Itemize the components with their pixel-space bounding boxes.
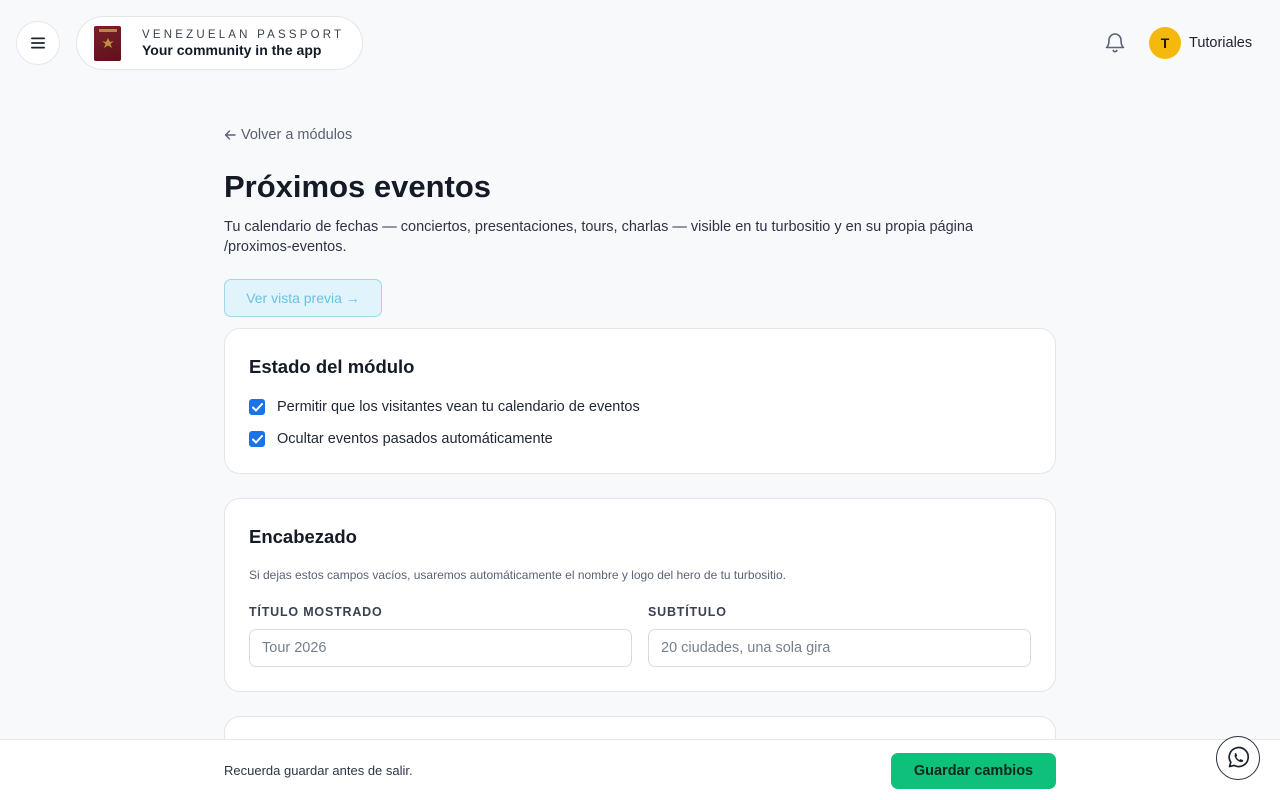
- brand-pill[interactable]: VENEZUELAN PASSPORT Your community in th…: [76, 16, 363, 70]
- title-field-label: TÍTULO MOSTRADO: [249, 605, 383, 619]
- save-button[interactable]: Guardar cambios: [891, 753, 1056, 789]
- subtitle-field-label: SUBTÍTULO: [648, 605, 727, 619]
- save-reminder: Recuerda guardar antes de salir.: [224, 763, 413, 778]
- page-description: Tu calendario de fechas — conciertos, pr…: [224, 219, 974, 255]
- visible-calendar-label: Permitir que los visitantes vean tu cale…: [277, 399, 640, 415]
- save-bar: Recuerda guardar antes de salir. Guardar…: [0, 739, 1280, 800]
- title-input[interactable]: [249, 629, 632, 667]
- check-icon: [251, 434, 263, 443]
- page-title: Próximos eventos: [224, 169, 492, 204]
- menu-icon: [31, 37, 45, 49]
- user-menu[interactable]: T Tutoriales: [1149, 27, 1252, 59]
- brand-kicker: VENEZUELAN PASSPORT: [142, 28, 345, 41]
- heading-card: Encabezado Si dejas estos campos vacíos,…: [224, 498, 1056, 692]
- top-bar: VENEZUELAN PASSPORT Your community in th…: [0, 0, 1280, 86]
- back-to-modules-link[interactable]: Volver a módulos: [224, 127, 352, 143]
- option-hide-past-events: Ocultar eventos pasados automáticamente: [249, 431, 553, 447]
- user-name: Tutoriales: [1189, 35, 1253, 51]
- heading-section-title: Encabezado: [249, 526, 357, 547]
- hide-past-events-label: Ocultar eventos pasados automáticamente: [277, 431, 553, 447]
- module-state-card: Estado del módulo Permitir que los visit…: [224, 328, 1056, 474]
- subtitle-input[interactable]: [648, 629, 1031, 667]
- check-icon: [251, 402, 263, 411]
- module-state-title: Estado del módulo: [249, 356, 415, 377]
- menu-button[interactable]: [16, 21, 60, 65]
- arrow-left-icon: [224, 130, 236, 140]
- hide-past-events-checkbox[interactable]: [249, 431, 265, 447]
- passport-logo: [94, 25, 121, 61]
- heading-hint: Si dejas estos campos vacíos, usaremos a…: [249, 568, 786, 582]
- whatsapp-icon: [1228, 746, 1250, 768]
- option-visible-calendar: Permitir que los visitantes vean tu cale…: [249, 399, 640, 415]
- avatar: T: [1149, 27, 1181, 59]
- preview-button[interactable]: Ver vista previa →: [224, 279, 382, 317]
- main-content: Volver a módulos Próximos eventos Tu cal…: [224, 120, 1056, 317]
- bell-icon: [1105, 33, 1125, 53]
- brand-title: Your community in the app: [142, 41, 322, 58]
- notifications-button[interactable]: [1103, 31, 1127, 55]
- whatsapp-button[interactable]: [1216, 736, 1260, 780]
- visible-calendar-checkbox[interactable]: [249, 399, 265, 415]
- back-link-label: Volver a módulos: [241, 127, 353, 143]
